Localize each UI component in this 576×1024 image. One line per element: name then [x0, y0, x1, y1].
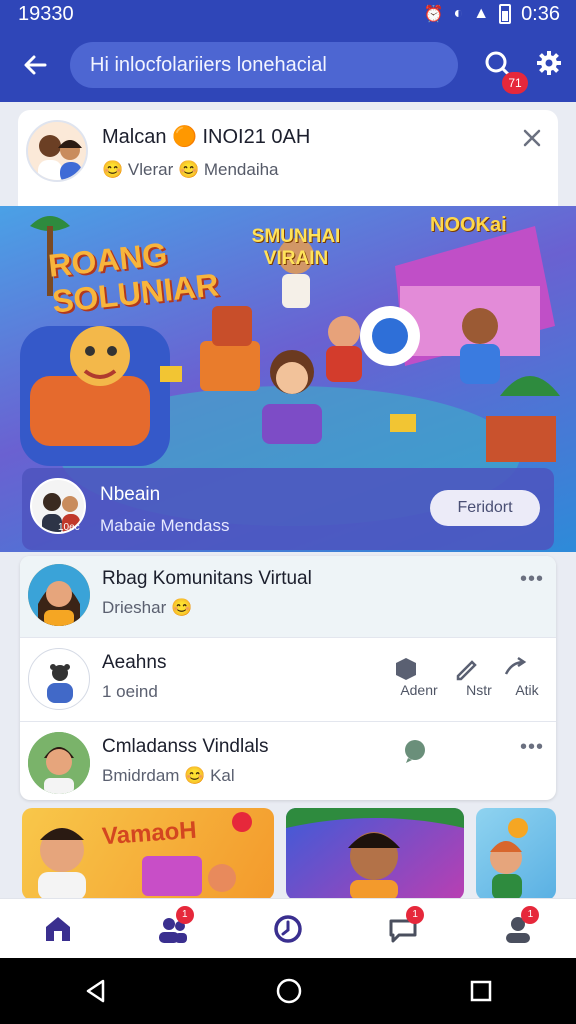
hero-title-right: NOOKai	[430, 214, 507, 236]
avatar-image	[47, 664, 73, 703]
more-options-icon[interactable]: •••	[520, 736, 544, 759]
follow-button[interactable]: Feridort	[430, 490, 540, 526]
signal-icon: ▲	[473, 5, 490, 22]
nav-friends[interactable]: 1	[148, 904, 198, 954]
action-label: Nstr	[466, 682, 492, 698]
clock-icon	[274, 914, 302, 943]
avatar	[28, 732, 90, 794]
list-item[interactable]: Rbag Komunitans Virtual Drieshar 😊 •••	[20, 556, 556, 638]
thumbnail-image	[286, 808, 464, 900]
avatar[interactable]	[26, 120, 88, 182]
box-icon	[396, 658, 416, 680]
avatar-image	[28, 122, 86, 180]
messages-badge: 1	[406, 905, 425, 924]
thumbnail-card[interactable]	[476, 808, 556, 900]
profile-name: Malcan 🟠 INOI21 0AH	[102, 126, 311, 148]
profile-badge: 1	[521, 905, 540, 924]
thumbnail-image	[490, 818, 528, 900]
list-item-title: Rbag Komunitans Virtual	[102, 568, 312, 589]
panel-name: Nbeain	[100, 484, 161, 505]
community-list: Rbag Komunitans Virtual Drieshar 😊 ••• A…	[20, 556, 556, 800]
list-item[interactable]: Cmladanss Vindlals Bmidrdam 😊 Kal •••	[20, 724, 556, 800]
avatar	[28, 648, 90, 710]
list-item-title: Cmladanss Vindlals	[102, 736, 269, 757]
app-bar: Hi inlocfolariiers lonehacial 71	[0, 28, 576, 102]
back-arrow-icon	[24, 55, 47, 75]
comment-icon[interactable]	[402, 738, 428, 764]
action-label: Adenr	[400, 682, 438, 698]
recents-square-icon[interactable]	[469, 979, 493, 1003]
list-item[interactable]: Aeahns 1 oeind Adenr Nstr Atik	[20, 640, 556, 722]
action-share[interactable]: Atik	[500, 654, 554, 698]
alarm-icon: ⏰	[423, 6, 444, 23]
panel-subtitle: Mabaie Mendass	[100, 516, 230, 535]
status-bar: 19330 ⏰ ◐ ▲ 0:36	[0, 0, 576, 28]
thumbnail-card[interactable]: VamaoH	[22, 808, 274, 900]
avatar-image	[28, 732, 90, 794]
search-bar[interactable]: Hi inlocfolariiers lonehacial	[70, 42, 458, 88]
nav-home[interactable]	[33, 904, 83, 954]
bottom-navigation: 1 1 1	[0, 898, 576, 958]
close-icon	[523, 129, 541, 147]
status-clock: 0:36	[521, 2, 560, 25]
close-button[interactable]	[518, 124, 546, 152]
list-item-title: Aeahns	[102, 652, 167, 673]
home-circle-icon[interactable]	[275, 977, 303, 1005]
avatar-tag: 10ec	[58, 522, 80, 533]
hero-info-panel: 10ec Nbeain Mabaie Mendass Feridort	[22, 468, 554, 550]
profile-header-card: Malcan 🟠 INOI21 0AH 😊 Vlerar 😊 Mendaiha	[18, 110, 558, 208]
action-add[interactable]: Adenr	[392, 654, 446, 698]
gear-icon	[537, 51, 561, 75]
share-icon	[504, 656, 527, 675]
profile-subtitle: 😊 Vlerar 😊 Mendaiha	[102, 160, 279, 179]
settings-button[interactable]	[532, 46, 566, 80]
nav-profile[interactable]: 1	[493, 904, 543, 954]
system-navigation-bar	[0, 958, 576, 1024]
thumbnail-card[interactable]	[286, 808, 464, 900]
notification-badge: 71	[502, 72, 528, 94]
hero-title-center: SMUNHAI VIRAIN	[251, 226, 341, 269]
avatar-image	[28, 564, 90, 626]
home-icon	[45, 916, 70, 941]
friends-badge: 1	[175, 905, 194, 924]
action-label: Atik	[515, 682, 539, 698]
avatar	[28, 564, 90, 626]
list-item-subtitle: Drieshar 😊	[102, 598, 193, 617]
list-item-subtitle: 1 oeind	[102, 682, 158, 701]
back-triangle-icon[interactable]	[83, 978, 109, 1004]
search-text: Hi inlocfolariiers lonehacial	[90, 53, 327, 76]
battery-icon	[499, 4, 512, 24]
action-note[interactable]: Nstr	[452, 654, 506, 698]
status-icons: ⏰ ◐ ▲ 0:36	[424, 3, 560, 26]
pen-icon	[456, 660, 477, 681]
status-time: 19330	[18, 2, 74, 25]
more-options-icon[interactable]: •••	[520, 568, 544, 591]
list-item-subtitle: Bmidrdam 😊 Kal	[102, 766, 235, 785]
nav-messages[interactable]: 1	[378, 904, 428, 954]
hero-banner[interactable]: ROANG SOLUNIAR SMUNHAI VIRAIN NOOKai 10e…	[0, 206, 576, 552]
back-button[interactable]	[12, 42, 58, 88]
nav-activity[interactable]	[263, 904, 313, 954]
wifi-icon: ◐	[453, 5, 464, 22]
